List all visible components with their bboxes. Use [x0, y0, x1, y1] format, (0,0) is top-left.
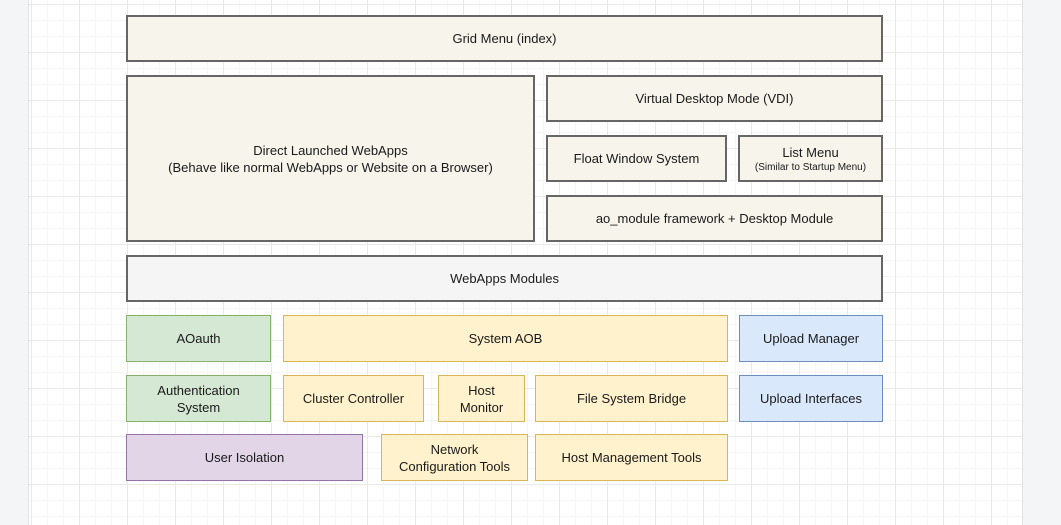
- shape-label: User Isolation: [205, 449, 284, 466]
- shape-label: WebApps Modules: [450, 270, 559, 287]
- shape-system-aob[interactable]: System AOB: [283, 315, 728, 362]
- shape-float-window-system[interactable]: Float Window System: [546, 135, 727, 182]
- shape-cluster-controller[interactable]: Cluster Controller: [283, 375, 424, 422]
- shape-label: System AOB: [469, 330, 543, 347]
- shape-host-monitor[interactable]: Host Monitor: [438, 375, 525, 422]
- shape-label: Virtual Desktop Mode (VDI): [636, 90, 794, 107]
- shape-label-line2: Configuration Tools: [399, 458, 510, 475]
- shape-list-menu[interactable]: List Menu (Similar to Startup Menu): [738, 135, 883, 182]
- shape-user-isolation[interactable]: User Isolation: [126, 434, 363, 481]
- drawio-page: { "diagram": { "boxes": { "grid_menu": {…: [0, 0, 1061, 525]
- shape-sublabel: (Behave like normal WebApps or Website o…: [168, 159, 493, 176]
- shape-label: Direct Launched WebApps: [253, 142, 407, 159]
- shape-upload-interfaces[interactable]: Upload Interfaces: [739, 375, 883, 422]
- shape-upload-manager[interactable]: Upload Manager: [739, 315, 883, 362]
- shape-label-line2: Monitor: [460, 399, 503, 416]
- shape-authentication-system[interactable]: Authentication System: [126, 375, 271, 422]
- shape-label: Upload Interfaces: [760, 390, 862, 407]
- shape-label: Grid Menu (index): [452, 30, 556, 47]
- shape-direct-launched-webapps[interactable]: Direct Launched WebApps (Behave like nor…: [126, 75, 535, 242]
- shape-label: Network: [431, 441, 479, 458]
- shape-ao-module-framework[interactable]: ao_module framework + Desktop Module: [546, 195, 883, 242]
- shape-label-line2: System: [177, 399, 220, 416]
- shape-label: Host Management Tools: [562, 449, 702, 466]
- shape-label: AOauth: [176, 330, 220, 347]
- shape-grid-menu[interactable]: Grid Menu (index): [126, 15, 883, 62]
- shape-label: Float Window System: [574, 150, 700, 167]
- shape-label: Authentication: [157, 382, 239, 399]
- shape-webapps-modules[interactable]: WebApps Modules: [126, 255, 883, 302]
- shape-label: List Menu: [782, 144, 838, 161]
- shape-label: Upload Manager: [763, 330, 859, 347]
- shape-host-management-tools[interactable]: Host Management Tools: [535, 434, 728, 481]
- shape-aoauth[interactable]: AOauth: [126, 315, 271, 362]
- shape-network-configuration-tools[interactable]: Network Configuration Tools: [381, 434, 528, 481]
- shape-label: Cluster Controller: [303, 390, 404, 407]
- shape-label: Host: [468, 382, 495, 399]
- shape-label: ao_module framework + Desktop Module: [596, 210, 833, 227]
- shape-sublabel: (Similar to Startup Menu): [755, 161, 866, 174]
- shape-file-system-bridge[interactable]: File System Bridge: [535, 375, 728, 422]
- shape-virtual-desktop-mode[interactable]: Virtual Desktop Mode (VDI): [546, 75, 883, 122]
- shape-label: File System Bridge: [577, 390, 686, 407]
